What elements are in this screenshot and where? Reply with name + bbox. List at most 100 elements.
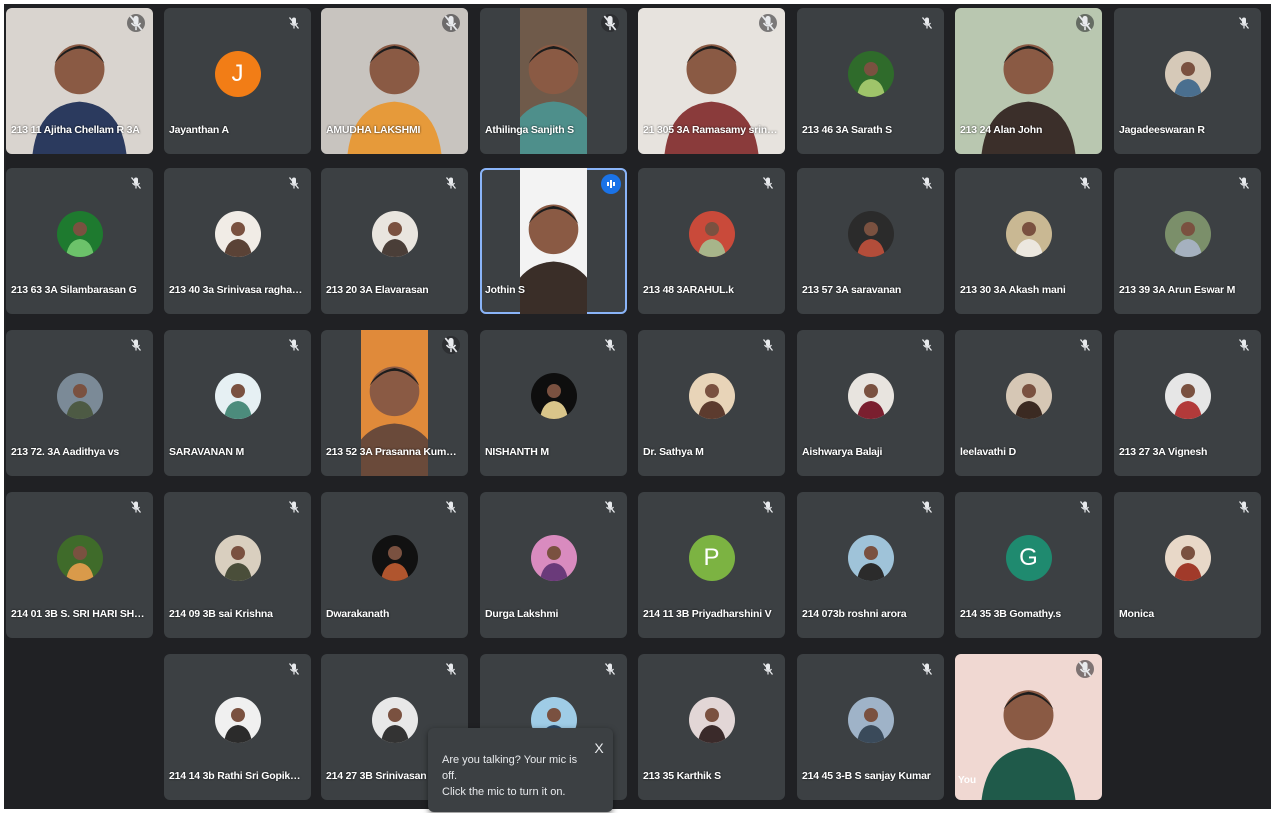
avatar <box>214 697 261 743</box>
avatar <box>1005 211 1052 257</box>
participant-tile[interactable]: Durga Lakshmi <box>480 492 627 638</box>
participant-name: 21 305 3A Ramasamy sriniva... <box>643 124 779 136</box>
self-label: You <box>958 775 977 786</box>
mic-off-icon <box>1238 339 1250 351</box>
mic-off-icon <box>1079 177 1091 189</box>
mic-off-icon <box>762 339 774 351</box>
mic-off-icon <box>130 339 142 351</box>
participant-name: 213 35 Karthik S <box>643 770 721 782</box>
participant-tile[interactable]: Monica <box>1114 492 1261 638</box>
participant-tile[interactable]: NISHANTH M <box>480 330 627 476</box>
avatar: P <box>688 535 735 581</box>
participant-tile[interactable]: 214 073b roshni arora <box>797 492 944 638</box>
participant-name: 213 72. 3A Aadithya vs <box>11 446 120 458</box>
mic-off-icon <box>1076 660 1094 678</box>
participant-tile[interactable]: Dr. Sathya M <box>638 330 785 476</box>
mic-off-icon <box>921 177 933 189</box>
participant-tile[interactable]: 213 35 Karthik S <box>638 654 785 800</box>
participant-tile[interactable]: P 214 11 3B Priyadharshini V <box>638 492 785 638</box>
participant-tile[interactable]: 21 305 3A Ramasamy sriniva... <box>638 8 785 154</box>
participant-name: 213 52 3A Prasanna Kumar S. <box>326 446 462 458</box>
participant-tile[interactable]: 213 48 3ARAHUL.k <box>638 168 785 314</box>
participant-tile[interactable]: 213 52 3A Prasanna Kumar S. <box>321 330 468 476</box>
participant-tile[interactable]: 213 30 3A Akash mani <box>955 168 1102 314</box>
avatar <box>1164 211 1211 257</box>
participant-tile[interactable]: SARAVANAN M <box>164 330 311 476</box>
avatar <box>847 51 894 97</box>
close-icon[interactable]: X <box>591 740 607 756</box>
participant-tile[interactable]: 213 57 3A saravanan <box>797 168 944 314</box>
avatar <box>371 697 418 743</box>
participant-name: Athilinga Sanjith S <box>485 124 574 136</box>
participant-tile[interactable]: J Jayanthan A <box>164 8 311 154</box>
participant-tile[interactable]: 213 39 3A Arun Eswar M <box>1114 168 1261 314</box>
participant-tile[interactable]: 214 14 3b Rathi Sri Gopika.M <box>164 654 311 800</box>
mic-off-toast: Are you talking? Your mic is off. Click … <box>428 728 613 812</box>
participant-name: AMUDHA LAKSHMI <box>326 124 421 136</box>
mic-off-icon <box>604 339 616 351</box>
participant-name: 214 09 3B sai Krishna <box>169 608 273 620</box>
participant-tile[interactable]: 214 45 3-B S sanjay Kumar <box>797 654 944 800</box>
participant-name: 213 20 3A Elavarasan <box>326 284 429 296</box>
participant-name: 213 40 3a Srinivasa raghavan S <box>169 284 305 296</box>
participant-tile[interactable]: 214 09 3B sai Krishna <box>164 492 311 638</box>
avatar <box>847 535 894 581</box>
mic-off-icon <box>921 17 933 29</box>
mic-off-icon <box>921 663 933 675</box>
participant-tile[interactable]: 213 20 3A Elavarasan <box>321 168 468 314</box>
self-view-tile[interactable]: You <box>955 654 1102 800</box>
participant-name: 214 073b roshni arora <box>802 608 907 620</box>
meeting-grid: 213 11 Ajitha Chellam R 3A J Jayanthan A AM… <box>4 4 1271 809</box>
avatar <box>214 211 261 257</box>
avatar <box>688 373 735 419</box>
participant-tile[interactable]: 213 40 3a Srinivasa raghavan S <box>164 168 311 314</box>
avatar <box>56 373 103 419</box>
participant-tile[interactable]: 213 63 3A Silambarasan G <box>6 168 153 314</box>
participant-tile[interactable]: 213 72. 3A Aadithya vs <box>6 330 153 476</box>
toast-line-2: Click the mic to turn it on. <box>442 786 566 798</box>
mic-off-icon <box>445 663 457 675</box>
participant-tile[interactable]: Jagadeeswaran R <box>1114 8 1261 154</box>
participant-name: 213 46 3A Sarath S <box>802 124 892 136</box>
participant-tile[interactable]: 213 46 3A Sarath S <box>797 8 944 154</box>
avatar <box>530 535 577 581</box>
mic-off-icon <box>288 663 300 675</box>
participant-tile[interactable]: Aishwarya Balaji <box>797 330 944 476</box>
mic-off-icon <box>604 501 616 513</box>
participant-tile[interactable]: AMUDHA LAKSHMI <box>321 8 468 154</box>
mic-off-icon <box>762 663 774 675</box>
participant-tile[interactable]: 213 27 3A Vignesh <box>1114 330 1261 476</box>
avatar: J <box>214 51 261 97</box>
mic-off-icon <box>127 14 145 32</box>
mic-off-icon <box>288 177 300 189</box>
mic-off-icon <box>1079 339 1091 351</box>
participant-name: Dwarakanath <box>326 608 390 620</box>
participant-name: 213 24 Alan John <box>960 124 1043 136</box>
mic-off-icon <box>445 501 457 513</box>
participant-tile[interactable]: leelavathi D <box>955 330 1102 476</box>
participant-tile[interactable]: 214 01 3B S. SRI HARI SHANK... <box>6 492 153 638</box>
participant-tile[interactable]: G 214 35 3B Gomathy.s <box>955 492 1102 638</box>
mic-off-icon <box>442 336 460 354</box>
participant-name: 214 01 3B S. SRI HARI SHANK... <box>11 608 147 620</box>
participant-tile[interactable]: 213 11 Ajitha Chellam R 3A <box>6 8 153 154</box>
mic-off-icon <box>1076 14 1094 32</box>
mic-off-icon <box>445 177 457 189</box>
mic-off-icon <box>1238 501 1250 513</box>
mic-off-icon <box>1238 17 1250 29</box>
mic-off-icon <box>921 501 933 513</box>
participant-tile[interactable]: Jothin S <box>480 168 627 314</box>
participant-name: 214 14 3b Rathi Sri Gopika.M <box>169 770 305 782</box>
participant-tile[interactable]: Dwarakanath <box>321 492 468 638</box>
mic-off-icon <box>130 501 142 513</box>
avatar <box>56 535 103 581</box>
avatar <box>847 373 894 419</box>
participant-name: Jayanthan A <box>169 124 229 136</box>
participant-name: Dr. Sathya M <box>643 446 704 458</box>
participant-tile[interactable]: 213 24 Alan John <box>955 8 1102 154</box>
participant-name: 213 57 3A saravanan <box>802 284 902 296</box>
participant-name: 213 63 3A Silambarasan G <box>11 284 137 296</box>
avatar <box>688 211 735 257</box>
participant-tile[interactable]: Athilinga Sanjith S <box>480 8 627 154</box>
participant-name: SARAVANAN M <box>169 446 244 458</box>
